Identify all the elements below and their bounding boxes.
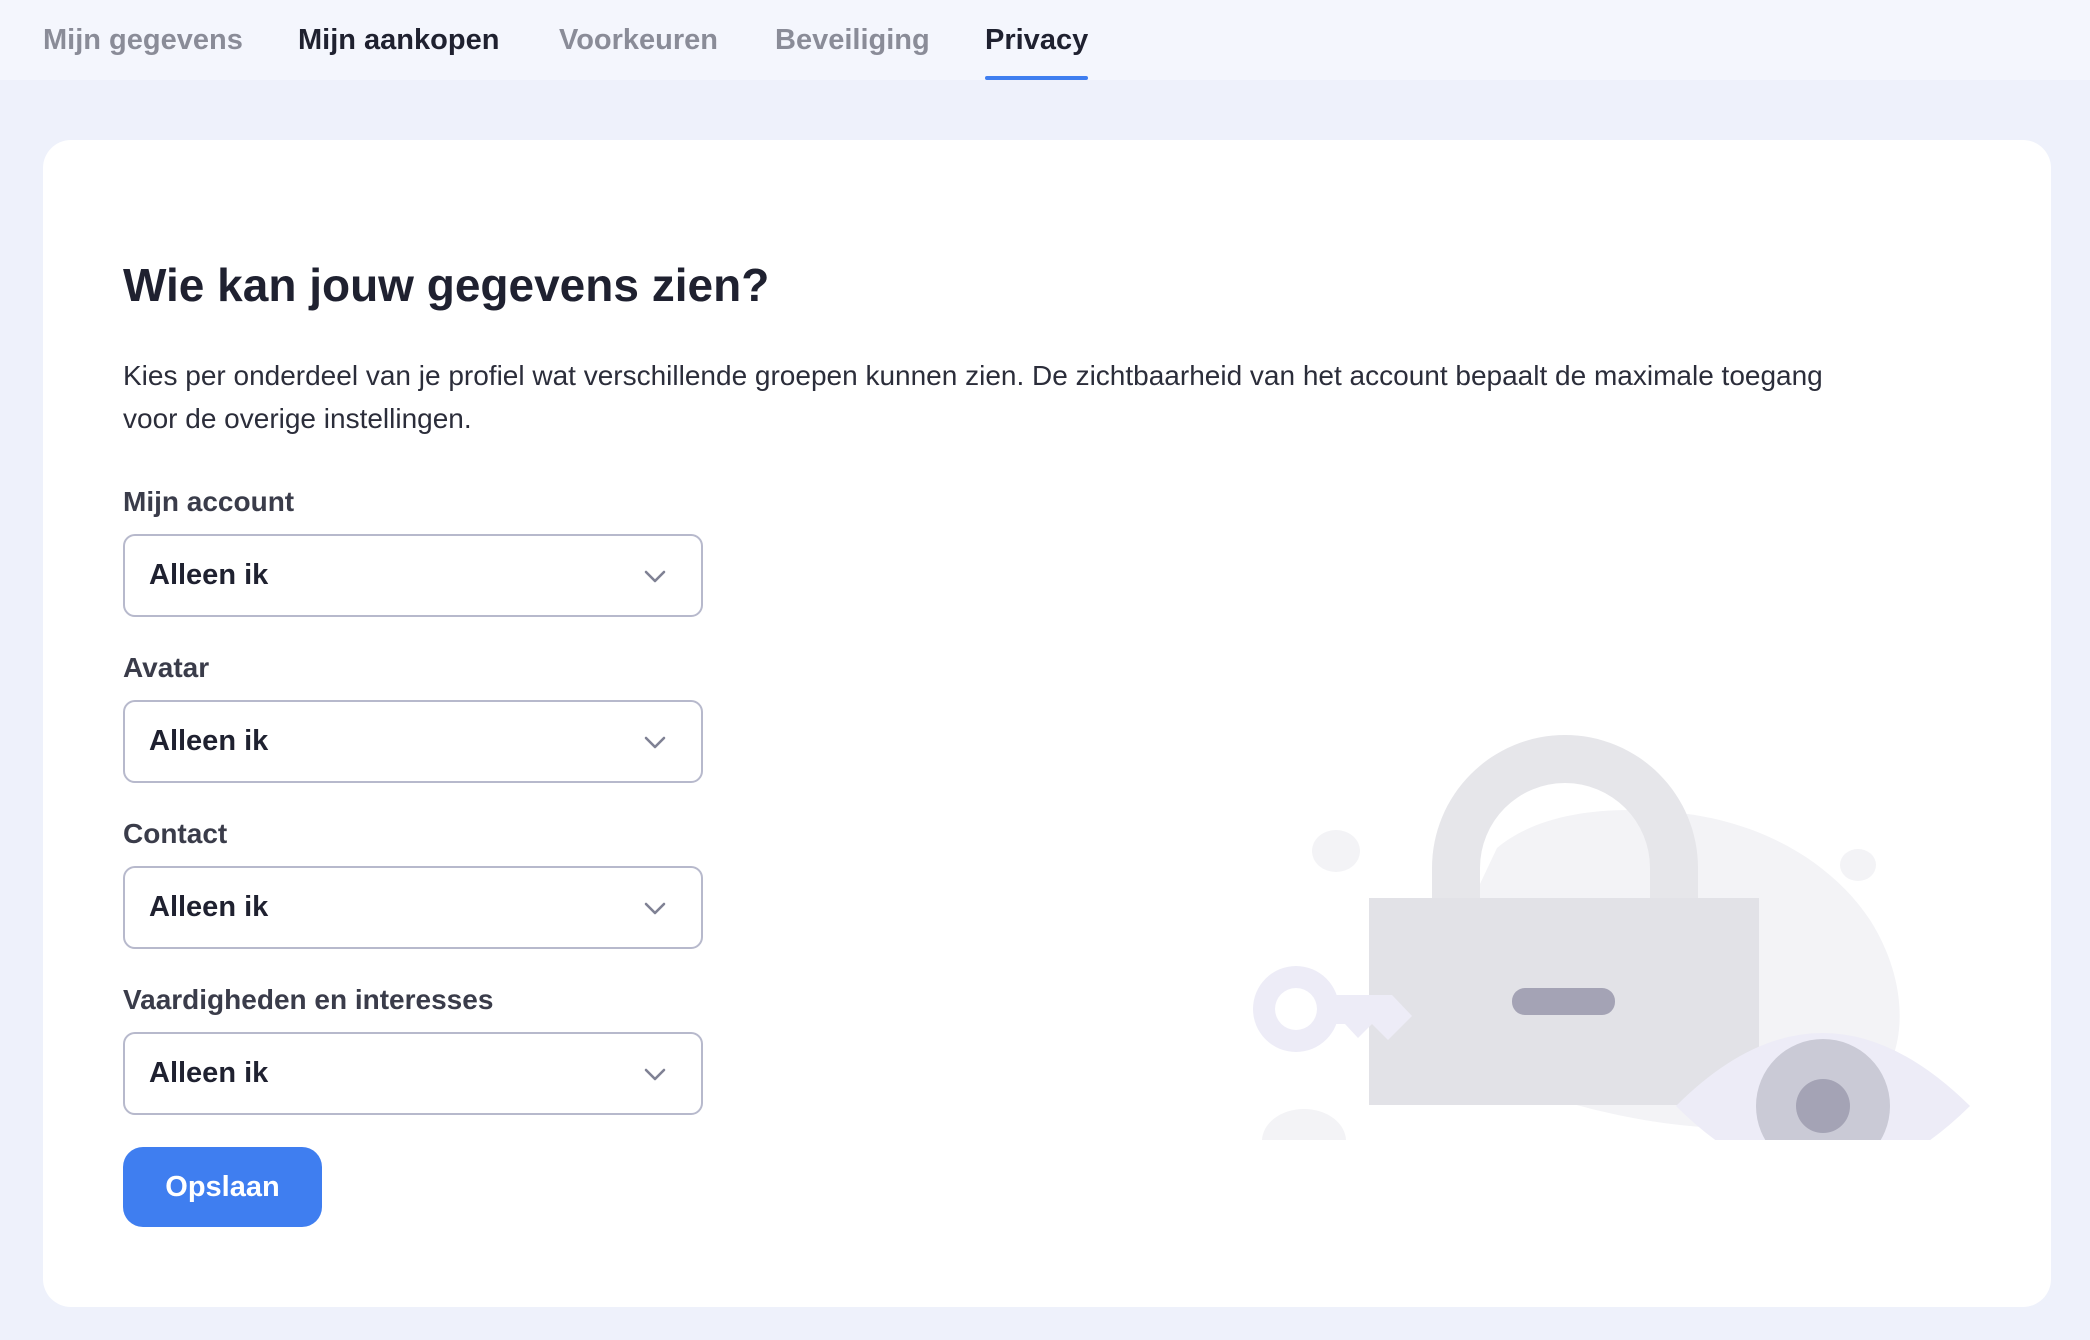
select-vaardigheden[interactable]: Alleen ik — [123, 1032, 703, 1115]
padlock-key-eye-illustration — [1253, 735, 1970, 1140]
field-label-mijn-account: Mijn account — [123, 486, 295, 517]
select-value: Alleen ik — [149, 725, 269, 757]
field-label-avatar: Avatar — [123, 652, 210, 683]
select-value: Alleen ik — [149, 891, 269, 923]
tab-mijn-gegevens[interactable]: Mijn gegevens — [43, 0, 243, 80]
intro-text: Kies per onderdeel van je profiel wat ve… — [123, 360, 1823, 434]
field-label-vaardigheden: Vaardigheden en interesses — [123, 984, 494, 1015]
save-button[interactable]: Opslaan — [123, 1147, 322, 1227]
select-avatar[interactable]: Alleen ik — [123, 700, 703, 783]
select-contact[interactable]: Alleen ik — [123, 866, 703, 949]
chevron-down-icon — [644, 736, 666, 749]
tab-bar: Mijn gegevens Mijn aankopen Voorkeuren B… — [0, 0, 2090, 80]
tab-mijn-aankopen[interactable]: Mijn aankopen — [298, 0, 499, 80]
tab-beveiliging[interactable]: Beveiliging — [775, 0, 930, 80]
chevron-down-icon — [644, 902, 666, 915]
select-mijn-account[interactable]: Alleen ik — [123, 534, 703, 617]
tab-privacy[interactable]: Privacy — [985, 0, 1089, 80]
field-label-contact: Contact — [123, 818, 228, 849]
chevron-down-icon — [644, 1068, 666, 1081]
select-value: Alleen ik — [149, 1057, 269, 1089]
select-value: Alleen ik — [149, 559, 269, 591]
chevron-down-icon — [644, 570, 666, 583]
tab-voorkeuren[interactable]: Voorkeuren — [559, 0, 718, 80]
page-title: Wie kan jouw gegevens zien? — [123, 259, 770, 311]
